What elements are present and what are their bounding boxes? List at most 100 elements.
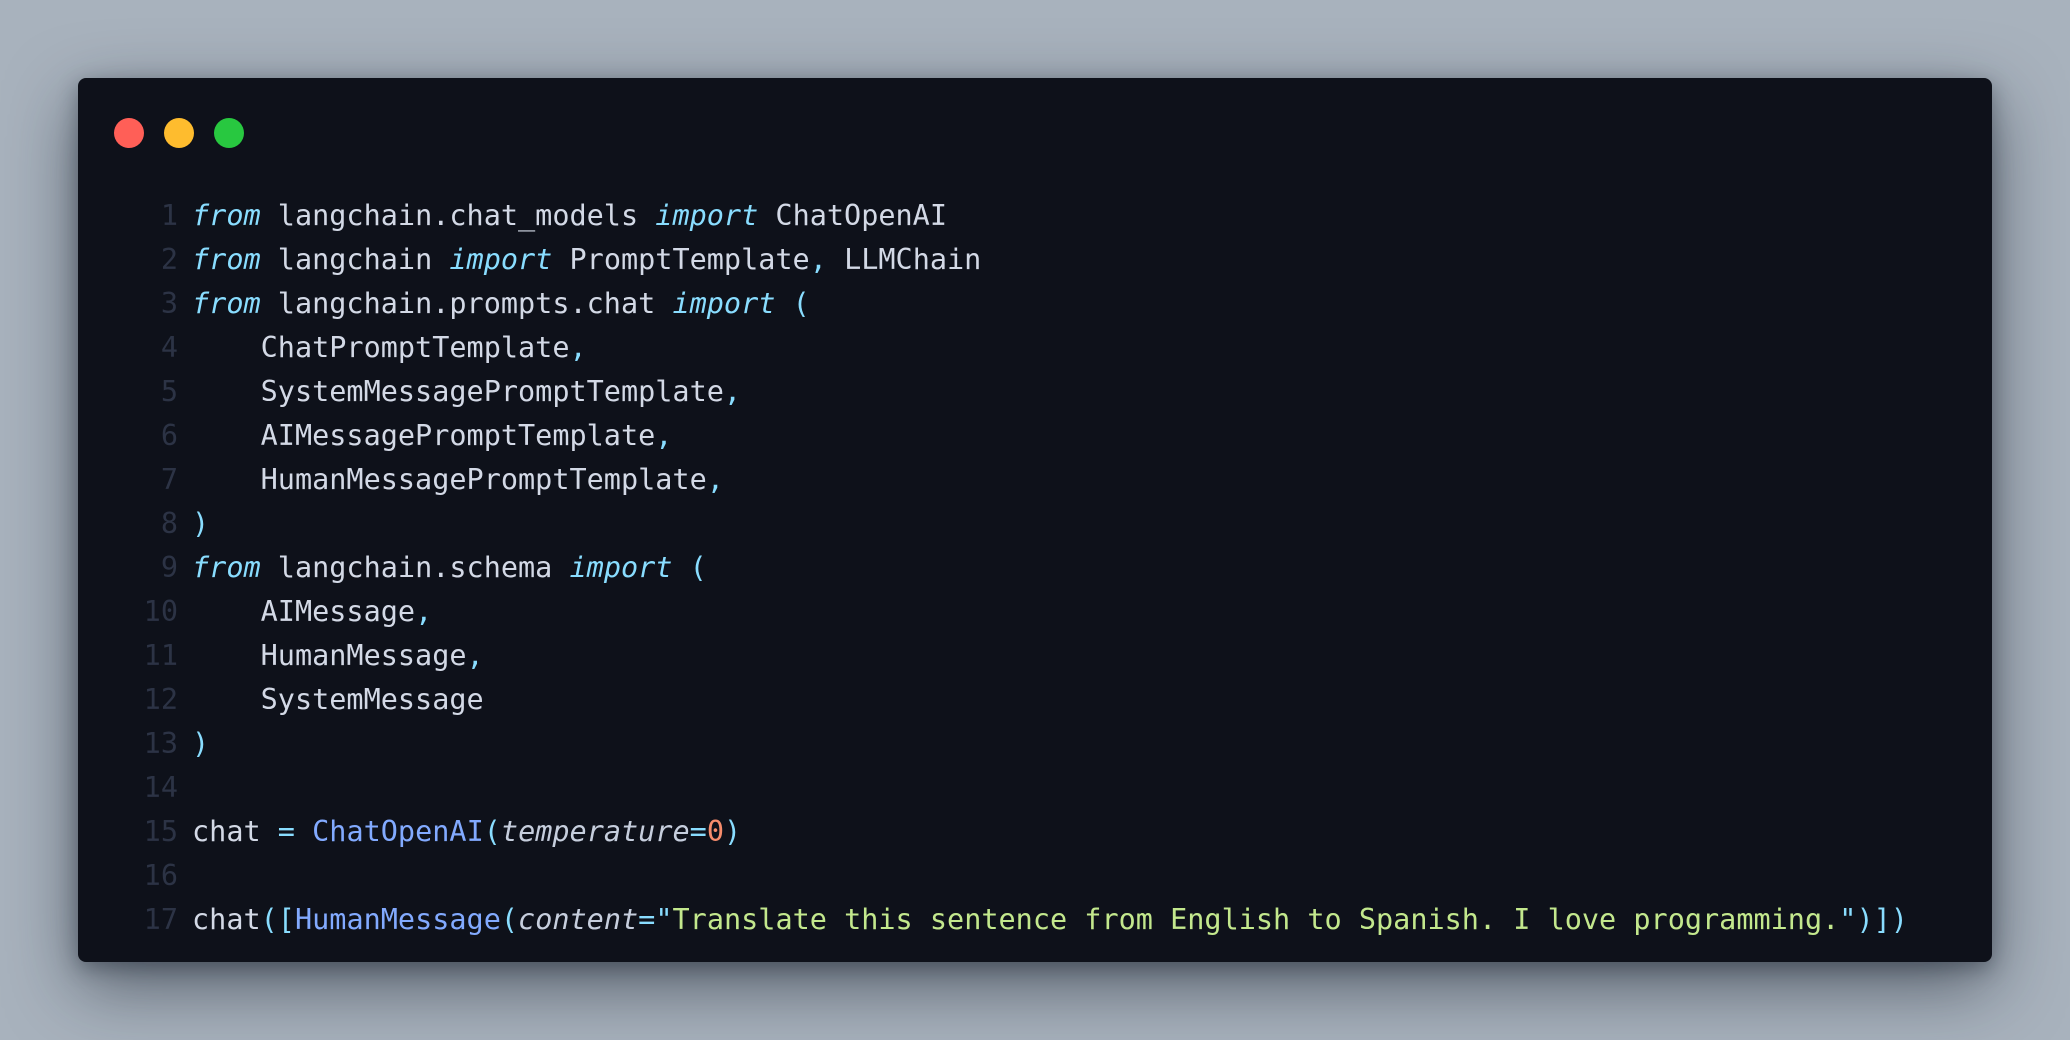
code-token: )]) [1856, 903, 1908, 936]
code-text: from langchain import PromptTemplate, LL… [192, 238, 981, 282]
code-line: 3 from langchain.prompts.chat import ( [106, 282, 1972, 326]
code-token: from [192, 243, 261, 276]
code-line: 16 [106, 854, 1972, 898]
code-line: 6 AIMessagePromptTemplate, [106, 414, 1972, 458]
line-number: 6 [160, 419, 178, 452]
code-token: , [706, 463, 724, 496]
code-line: 17 chat([HumanMessage(content="Translate … [106, 898, 1972, 942]
line-number: 7 [160, 463, 178, 496]
code-token: , [569, 331, 587, 364]
code-token: import [672, 287, 776, 320]
code-token: PromptTemplate [552, 243, 810, 276]
code-token: Translate this sentence from English to … [672, 903, 1840, 936]
code-line: 8) [106, 502, 1972, 546]
code-token: " [655, 903, 673, 936]
code-token: import [655, 199, 759, 232]
code-text: HumanMessagePromptTemplate, [192, 458, 724, 502]
code-token: , [466, 639, 484, 672]
code-token: HumanMessagePromptTemplate [192, 463, 707, 496]
code-token: , [415, 595, 433, 628]
line-number: 3 [160, 287, 178, 320]
line-number: 16 [143, 859, 178, 892]
code-text: HumanMessage, [192, 634, 484, 678]
code-token: ( [483, 815, 501, 848]
line-number: 5 [160, 375, 178, 408]
code-token: langchain.schema [260, 551, 570, 584]
code-token: , [723, 375, 742, 408]
code-text: ) [192, 722, 209, 766]
code-token: ChatOpenAI [758, 199, 947, 232]
code-text: ChatPromptTemplate, [192, 326, 587, 370]
code-line: 15 chat = ChatOpenAI(temperature=0) [106, 810, 1972, 854]
maximize-button[interactable] [214, 118, 244, 148]
code-token: ( [672, 551, 707, 584]
code-token: import [449, 243, 553, 276]
code-token: ( [775, 287, 810, 320]
code-token: , [655, 419, 673, 452]
code-text: ) [192, 502, 209, 546]
line-number: 2 [160, 243, 178, 276]
code-text: from langchain.chat_models import ChatOp… [192, 194, 947, 238]
code-token: = [689, 815, 707, 848]
code-token: " [1839, 903, 1857, 936]
code-token: content [518, 903, 639, 936]
code-token: ChatOpenAI [312, 815, 484, 848]
code-token: chat [192, 815, 278, 848]
code-line: 5 SystemMessagePromptTemplate, [106, 370, 1972, 414]
code-token: SystemMessage [192, 683, 484, 716]
code-line: 2 from langchain import PromptTemplate, L… [106, 238, 1972, 282]
code-text: AIMessage, [192, 590, 433, 634]
line-number: 8 [160, 507, 178, 540]
line-number: 17 [143, 903, 178, 936]
code-token: from [192, 287, 261, 320]
code-token: import [569, 551, 673, 584]
code-text: AIMessagePromptTemplate, [192, 414, 673, 458]
code-token: from [192, 551, 261, 584]
code-token: , [809, 243, 827, 276]
code-token: AIMessage [192, 595, 416, 628]
code-text: chat([HumanMessage(content="Translate th… [192, 898, 1908, 942]
code-line: 11 HumanMessage, [106, 634, 1972, 678]
code-block[interactable]: 1 from langchain.chat_models import ChatO… [106, 194, 1972, 942]
line-number: 15 [143, 815, 178, 848]
code-token: = [638, 903, 656, 936]
line-number: 4 [160, 331, 178, 364]
code-line: 9 from langchain.schema import ( [106, 546, 1972, 590]
code-token: temperature [500, 815, 690, 848]
code-line: 14 [106, 766, 1972, 810]
line-number: 10 [143, 595, 178, 628]
code-token: ( [500, 903, 519, 936]
code-line: 7 HumanMessagePromptTemplate, [106, 458, 1972, 502]
code-token: HumanMessage [192, 639, 467, 672]
code-token: langchain.chat_models [260, 199, 656, 232]
code-line: 13) [106, 722, 1972, 766]
code-line: 10 AIMessage, [106, 590, 1972, 634]
line-number: 12 [143, 683, 178, 716]
code-line: 4 ChatPromptTemplate, [106, 326, 1972, 370]
code-token: langchain [260, 243, 450, 276]
close-button[interactable] [114, 118, 144, 148]
code-token: ) [724, 815, 742, 848]
code-text: SystemMessagePromptTemplate, [192, 370, 741, 414]
code-token: ) [192, 507, 210, 540]
code-token: chat [192, 903, 261, 936]
code-token: ([ [260, 903, 295, 936]
code-token: ChatPromptTemplate [192, 331, 570, 364]
code-token: from [192, 199, 261, 232]
code-token: = [277, 815, 295, 848]
code-token: AIMessagePromptTemplate [192, 419, 656, 452]
code-token: LLMChain [826, 243, 982, 276]
line-number: 9 [160, 551, 178, 584]
code-text: chat = ChatOpenAI(temperature=0) [192, 810, 741, 854]
code-token: HumanMessage [294, 903, 501, 936]
code-line: 1 from langchain.chat_models import ChatO… [106, 194, 1972, 238]
code-line: 12 SystemMessage [106, 678, 1972, 722]
line-number: 1 [160, 199, 178, 232]
line-number: 14 [143, 771, 178, 804]
window-controls [114, 118, 244, 148]
minimize-button[interactable] [164, 118, 194, 148]
line-number: 11 [143, 639, 178, 672]
code-text: from langchain.prompts.chat import ( [192, 282, 810, 326]
code-text: from langchain.schema import ( [192, 546, 707, 590]
